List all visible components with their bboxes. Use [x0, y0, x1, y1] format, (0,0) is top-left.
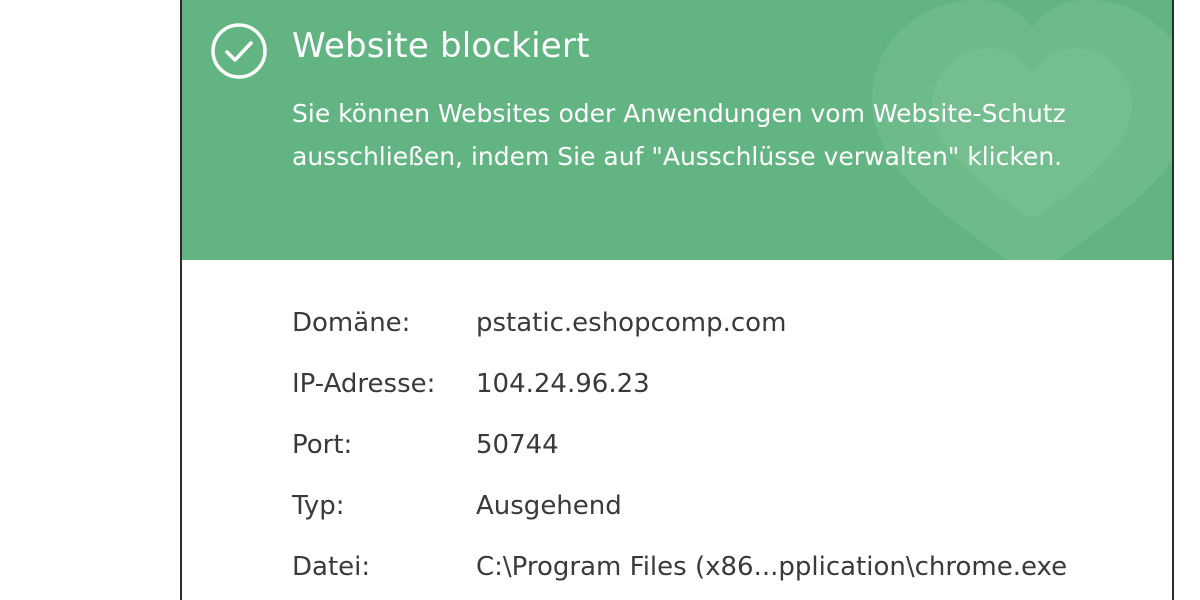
detail-value: 50744 — [476, 429, 559, 460]
details-list: Domäne: pstatic.eshopcomp.com IP-Adresse… — [292, 292, 1152, 597]
detail-row-domain: Domäne: pstatic.eshopcomp.com — [292, 292, 1152, 353]
detail-label: Domäne: — [292, 307, 411, 338]
detail-label: Datei: — [292, 551, 371, 582]
detail-value: 104.24.96.23 — [476, 368, 650, 399]
detail-value: C:\Program Files (x86...pplication\chrom… — [476, 551, 1068, 582]
detail-row-type: Typ: Ausgehend — [292, 475, 1152, 536]
banner-description: Sie können Websites oder Anwendungen vom… — [292, 99, 1066, 171]
status-banner: Website blockiert Sie können Websites od… — [182, 0, 1172, 260]
banner-title: Website blockiert — [292, 26, 590, 66]
detail-label: Typ: — [292, 490, 345, 521]
detail-label: IP-Adresse: — [292, 368, 436, 399]
detail-value: pstatic.eshopcomp.com — [476, 307, 787, 338]
detail-row-ip: IP-Adresse: 104.24.96.23 — [292, 353, 1152, 414]
detail-value: Ausgehend — [476, 490, 622, 521]
notification-panel: Website blockiert Sie können Websites od… — [180, 0, 1174, 600]
detail-label: Port: — [292, 429, 353, 460]
check-circle-icon — [211, 23, 267, 79]
detail-row-file: Datei: C:\Program Files (x86...pplicatio… — [292, 536, 1152, 597]
detail-row-port: Port: 50744 — [292, 414, 1152, 475]
